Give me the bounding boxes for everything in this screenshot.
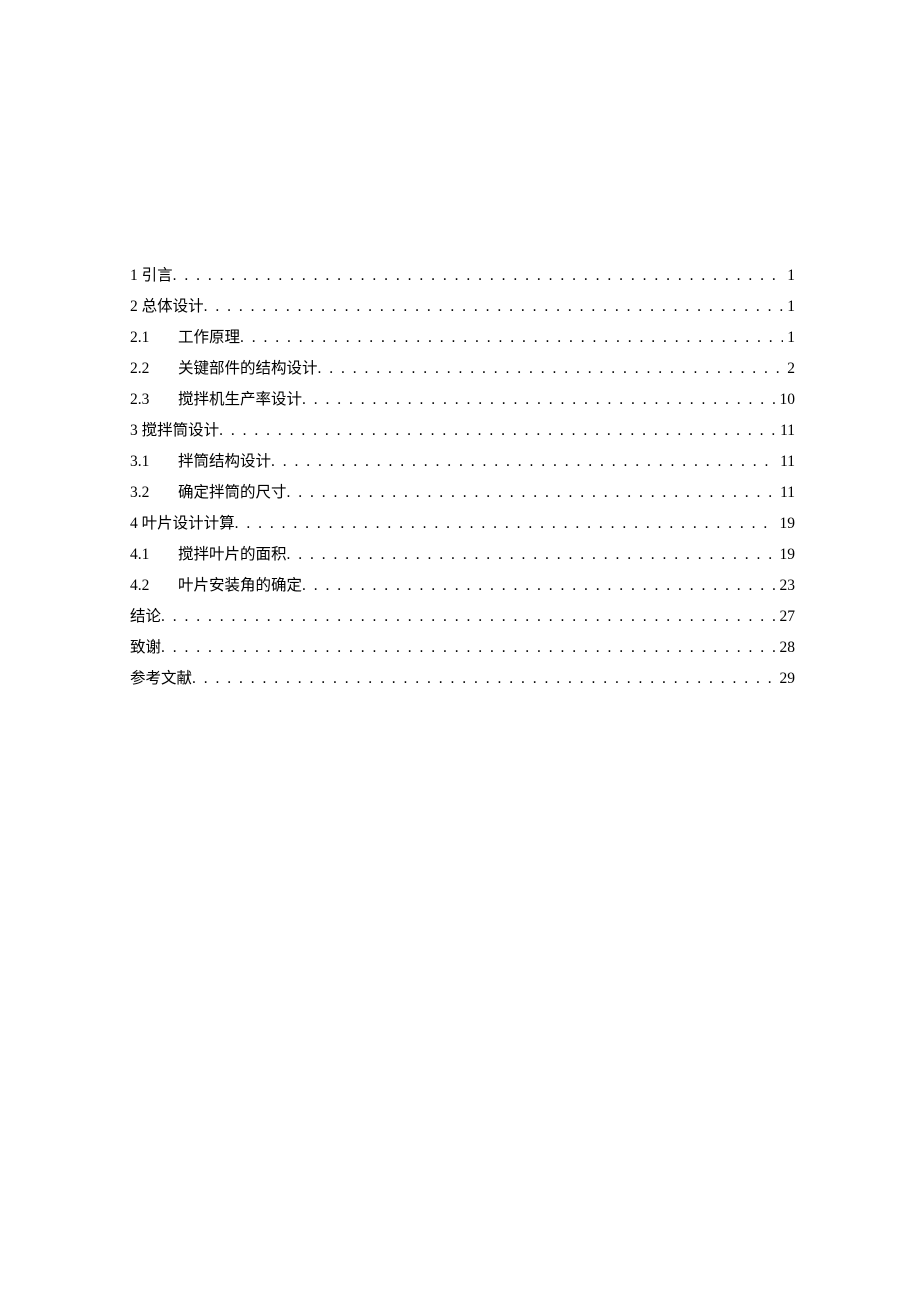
toc-entry: 参考文献 29	[130, 663, 795, 694]
toc-entry: 4.1搅拌叶片的面积 19	[130, 539, 795, 570]
toc-entry: 结论 27	[130, 601, 795, 632]
toc-page-number: 23	[776, 570, 796, 601]
toc-page-number: 27	[776, 601, 796, 632]
toc-leaders	[240, 322, 783, 353]
toc-leaders	[219, 415, 776, 446]
toc-entry: 4 叶片设计计算 19	[130, 508, 795, 539]
toc-title: 参考文献	[130, 663, 192, 694]
toc-title: 关键部件的结构设计	[178, 353, 318, 384]
toc-title: 叶片安装角的确定	[178, 570, 302, 601]
toc-title: 3 搅拌筒设计	[130, 415, 219, 446]
toc-page-number: 1	[783, 260, 795, 291]
toc-leaders	[271, 446, 776, 477]
toc-section-number: 2.3	[130, 384, 178, 415]
toc-leaders	[287, 477, 777, 508]
toc-page-number: 2	[783, 353, 795, 384]
toc-section-number: 4.2	[130, 570, 178, 601]
toc-leaders	[192, 663, 775, 694]
toc-leaders	[302, 570, 775, 601]
toc-page-number: 11	[776, 446, 795, 477]
toc-section-number: 4.1	[130, 539, 178, 570]
toc-title: 结论	[130, 601, 161, 632]
toc-page-number: 28	[776, 632, 796, 663]
toc-page-number: 11	[776, 415, 795, 446]
toc-page-number: 29	[776, 663, 796, 694]
toc-entry: 2.1工作原理 1	[130, 322, 795, 353]
toc-section-number: 2.1	[130, 322, 178, 353]
toc-title: 致谢	[130, 632, 161, 663]
toc-section-number: 3.1	[130, 446, 178, 477]
toc-title: 工作原理	[178, 322, 240, 353]
toc-page-number: 19	[776, 539, 796, 570]
toc-page-number: 19	[776, 508, 796, 539]
toc-title: 搅拌叶片的面积	[178, 539, 287, 570]
toc-page-number: 1	[783, 322, 795, 353]
toc-entry: 3.1拌筒结构设计 11	[130, 446, 795, 477]
toc-leaders	[287, 539, 776, 570]
toc-entry: 4.2叶片安装角的确定 23	[130, 570, 795, 601]
toc-leaders	[302, 384, 775, 415]
toc-leaders	[173, 260, 784, 291]
toc-section-number: 3.2	[130, 477, 178, 508]
toc-entry: 2 总体设计 1	[130, 291, 795, 322]
toc-title: 搅拌机生产率设计	[178, 384, 302, 415]
toc-title: 确定拌筒的尺寸	[178, 477, 287, 508]
toc-title: 4 叶片设计计算	[130, 508, 235, 539]
toc-entry: 2.2关键部件的结构设计 2	[130, 353, 795, 384]
toc-leaders	[161, 632, 775, 663]
toc-leaders	[235, 508, 776, 539]
toc-title: 1 引言	[130, 260, 173, 291]
toc-entry: 致谢 28	[130, 632, 795, 663]
toc-leaders	[318, 353, 784, 384]
table-of-contents: 1 引言12 总体设计12.1工作原理12.2关键部件的结构设计22.3搅拌机生…	[130, 260, 795, 694]
toc-title: 2 总体设计	[130, 291, 204, 322]
toc-entry: 3 搅拌筒设计 11	[130, 415, 795, 446]
toc-page-number: 1	[783, 291, 795, 322]
toc-entry: 3.2确定拌筒的尺寸 11	[130, 477, 795, 508]
toc-leaders	[161, 601, 775, 632]
toc-section-number: 2.2	[130, 353, 178, 384]
toc-page-number: 11	[776, 477, 795, 508]
toc-page-number: 10	[776, 384, 796, 415]
toc-leaders	[204, 291, 784, 322]
toc-entry: 1 引言 1	[130, 260, 795, 291]
toc-entry: 2.3搅拌机生产率设计 10	[130, 384, 795, 415]
toc-title: 拌筒结构设计	[178, 446, 271, 477]
